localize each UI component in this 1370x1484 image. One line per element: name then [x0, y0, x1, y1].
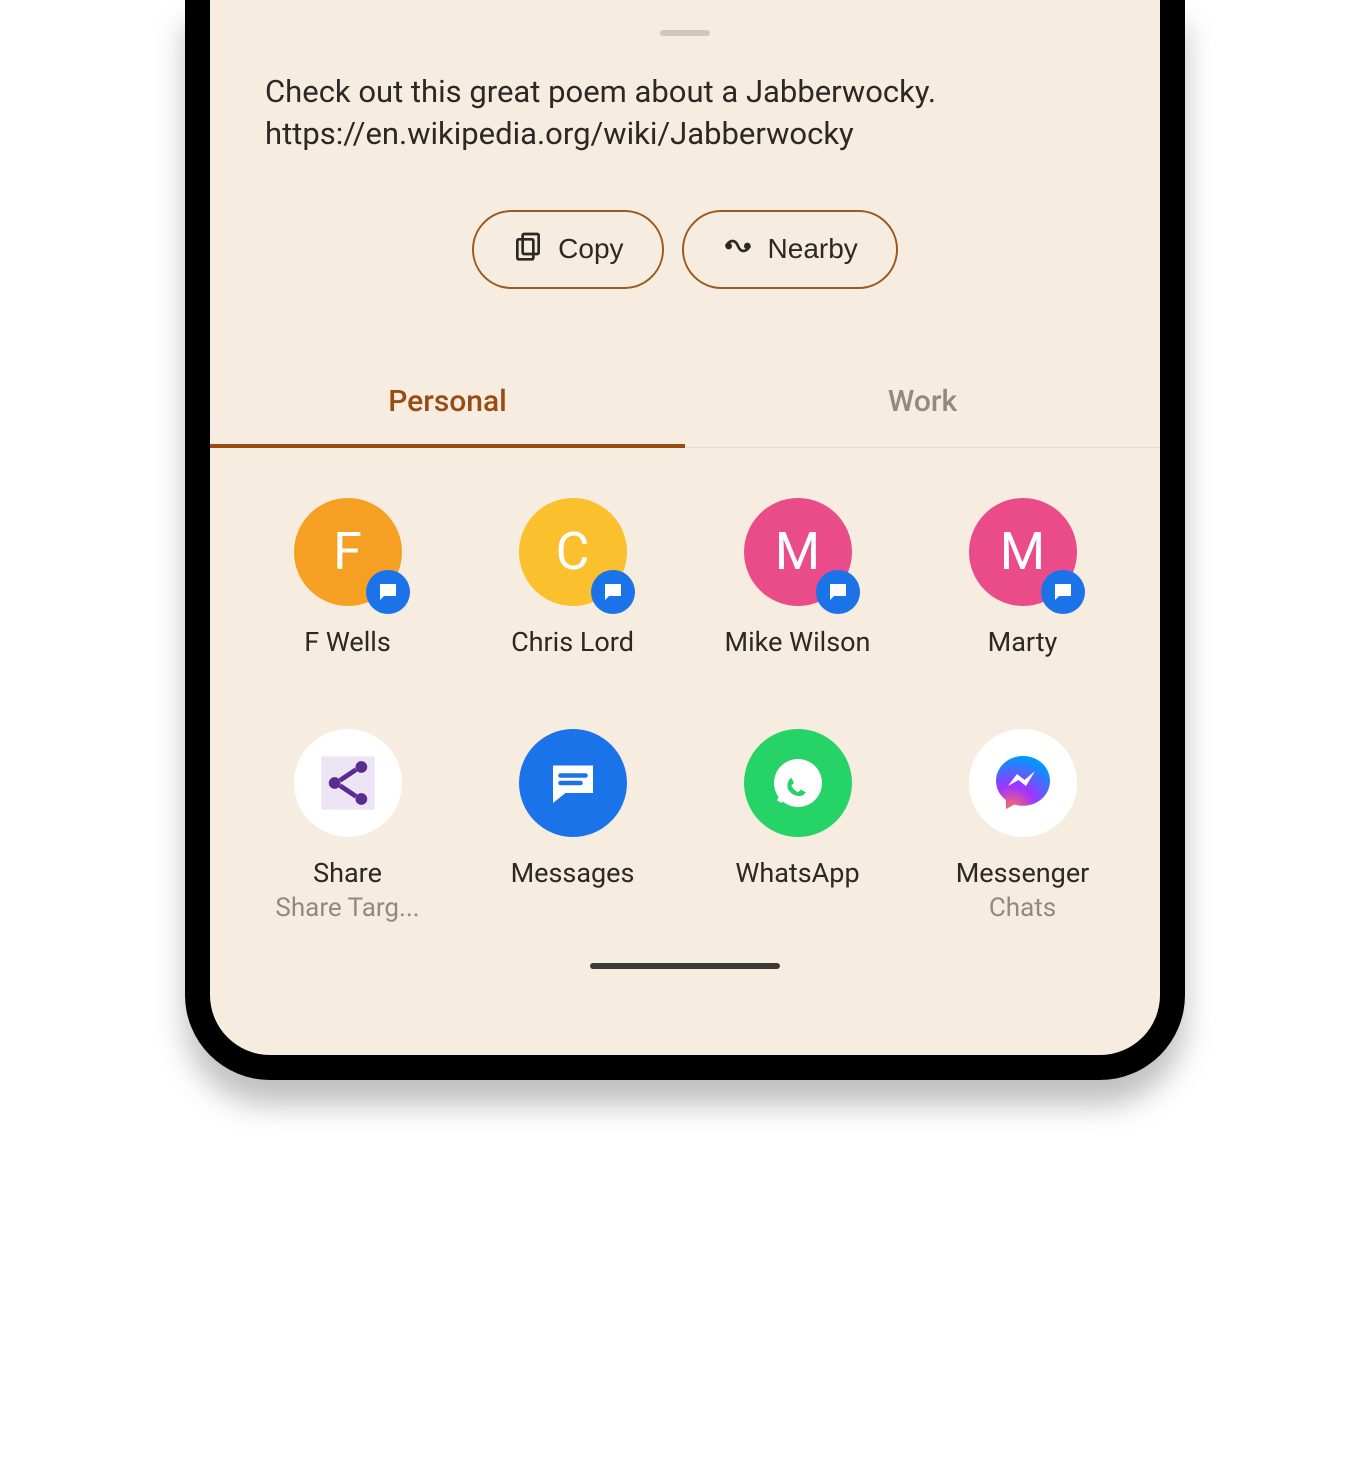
messages-badge-icon	[816, 570, 860, 614]
contact-tile[interactable]: C Chris Lord	[460, 498, 685, 660]
app-tile-whatsapp[interactable]: WhatsApp	[685, 729, 910, 923]
copy-label: Copy	[558, 233, 623, 265]
messages-badge-icon	[366, 570, 410, 614]
profile-tabs: Personal Work	[210, 384, 1160, 448]
share-sheet: Check out this great poem about a Jabber…	[210, 0, 1160, 1055]
contact-tile[interactable]: F F Wells	[235, 498, 460, 660]
app-name: Messenger	[956, 857, 1090, 891]
app-name: Messages	[511, 857, 635, 891]
phone-frame: Check out this great poem about a Jabber…	[185, 0, 1185, 1080]
avatar-initial: M	[775, 521, 820, 582]
tab-work-label: Work	[888, 384, 957, 419]
contact-name: Marty	[988, 626, 1058, 660]
messages-badge-icon	[1041, 570, 1085, 614]
copy-icon	[512, 230, 544, 269]
tab-personal[interactable]: Personal	[210, 384, 685, 447]
share-icon	[294, 729, 402, 837]
whatsapp-icon	[744, 729, 852, 837]
copy-button[interactable]: Copy	[472, 210, 663, 289]
app-sub: Chats	[989, 893, 1056, 923]
avatar-initial: F	[333, 521, 362, 582]
contact-tile[interactable]: M Mike Wilson	[685, 498, 910, 660]
messages-badge-icon	[591, 570, 635, 614]
messages-icon	[519, 729, 627, 837]
messenger-icon	[969, 729, 1077, 837]
app-name: WhatsApp	[735, 857, 859, 891]
share-text-line1: Check out this great poem about a Jabber…	[265, 71, 1105, 113]
share-text-line2: https://en.wikipedia.org/wiki/Jabberwock…	[265, 113, 1105, 155]
app-sub: Share Targ...	[275, 893, 419, 923]
avatar-initial: C	[556, 521, 590, 582]
app-tile-share[interactable]: Share Share Targ...	[235, 729, 460, 923]
nearby-button[interactable]: Nearby	[682, 210, 898, 289]
nearby-icon	[722, 230, 754, 269]
contact-tile[interactable]: M Marty	[910, 498, 1135, 660]
drag-handle[interactable]	[660, 30, 710, 36]
app-tile-messages[interactable]: Messages	[460, 729, 685, 923]
share-targets-grid: F F Wells C Chris Lord	[210, 448, 1160, 924]
share-preview-text: Check out this great poem about a Jabber…	[210, 71, 1160, 155]
avatar-initial: M	[1000, 521, 1045, 582]
tab-work[interactable]: Work	[685, 384, 1160, 447]
contact-name: Chris Lord	[511, 626, 634, 660]
tab-personal-label: Personal	[388, 384, 507, 419]
contact-name: Mike Wilson	[725, 626, 871, 660]
contact-name: F Wells	[304, 626, 391, 660]
nearby-label: Nearby	[768, 233, 858, 265]
app-tile-messenger[interactable]: Messenger Chats	[910, 729, 1135, 923]
app-name: Share	[313, 857, 382, 891]
action-row: Copy Nearby	[210, 210, 1160, 289]
navigation-bar-handle[interactable]	[590, 963, 780, 969]
